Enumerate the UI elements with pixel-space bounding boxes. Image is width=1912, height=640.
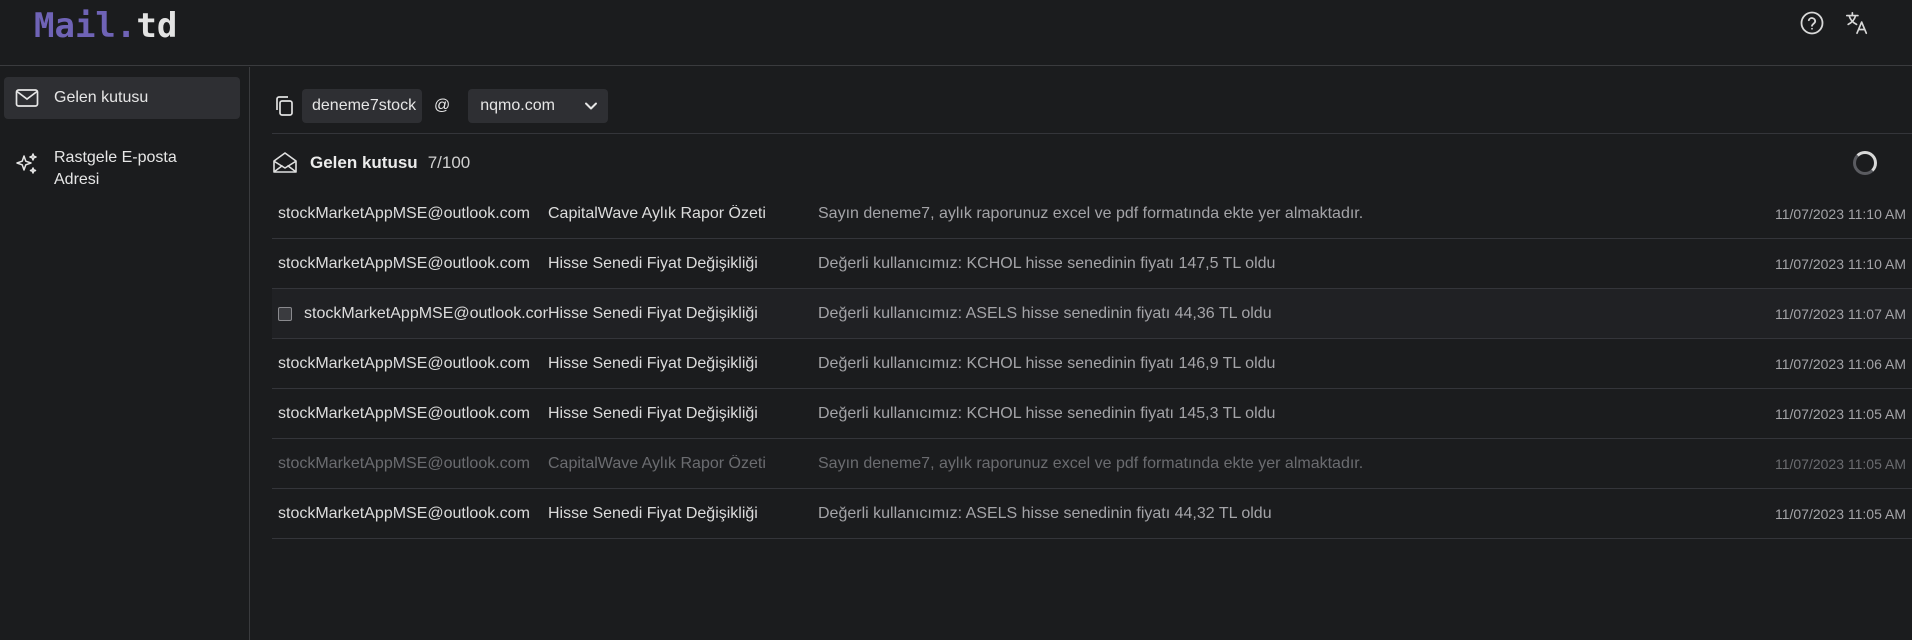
mail-preview: Değerli kullanıcımız: ASELS hisse senedi… <box>818 304 1272 322</box>
mail-subject: CapitalWave Aylık Rapor Özeti <box>548 204 766 222</box>
help-circle-icon[interactable] <box>1799 10 1825 36</box>
sidebar-item-label: Gelen kutusu <box>54 89 149 106</box>
address-local-input[interactable]: deneme7stock <box>302 89 422 123</box>
mail-preview: Değerli kullanıcımız: KCHOL hisse senedi… <box>818 404 1276 422</box>
list-item[interactable]: stockMarketAppMSE@outlook.com Hisse Sene… <box>272 339 1912 389</box>
list-item[interactable]: stockMarketAppMSE@outlook.com CapitalWav… <box>272 439 1912 489</box>
mail-date: 11/07/2023 11:05 AM <box>1774 405 1906 422</box>
mail-preview: Değerli kullanıcımız: ASELS hisse senedi… <box>818 504 1272 522</box>
mail-subject: CapitalWave Aylık Rapor Özeti <box>548 454 766 472</box>
logo-main: Mail <box>34 6 116 46</box>
list-item[interactable]: stockMarketAppMSE@outlook.com Hisse Sene… <box>272 289 1912 339</box>
sidebar-item-label: Rastgele E-posta Adresi <box>54 149 177 188</box>
domain-select[interactable]: nqmo.com <box>468 89 609 123</box>
mail-checkbox[interactable] <box>278 307 292 321</box>
mail-preview: Sayın deneme7, aylık raporunuz excel ve … <box>818 454 1364 472</box>
translate-icon[interactable] <box>1844 10 1870 36</box>
mail-from: stockMarketAppMSE@outlook.com <box>278 354 530 372</box>
chevron-down-icon <box>585 102 598 110</box>
mail-from: stockMarketAppMSE@outlook.com <box>278 454 530 472</box>
mail-subject: Hisse Senedi Fiyat Değişikliği <box>548 254 758 272</box>
list-item[interactable]: stockMarketAppMSE@outlook.com CapitalWav… <box>272 189 1912 239</box>
inbox-title: Gelen kutusu <box>310 153 418 172</box>
main-panel: deneme7stock @ nqmo.com Gelen kutusu 7/1… <box>251 67 1912 640</box>
mail-from: stockMarketAppMSE@outlook.com <box>278 504 530 522</box>
mail-subject: Hisse Senedi Fiyat Değişikliği <box>548 304 758 322</box>
mail-icon <box>14 87 40 109</box>
mail-open-icon <box>272 150 298 176</box>
mail-from: stockMarketAppMSE@outlook.com <box>278 254 530 272</box>
inbox-header: Gelen kutusu 7/100 <box>272 145 1912 181</box>
mail-date: 11/07/2023 11:07 AM <box>1774 305 1906 322</box>
sidebar: Gelen kutusu Rastgele E-posta Adresi <box>0 67 250 640</box>
sidebar-item-random-address[interactable]: Rastgele E-posta Adresi <box>4 137 240 201</box>
mail-preview: Değerli kullanıcımız: KCHOL hisse senedi… <box>818 354 1276 372</box>
address-bar: deneme7stock @ nqmo.com <box>272 89 609 123</box>
sidebar-item-inbox[interactable]: Gelen kutusu <box>4 77 240 119</box>
list-item[interactable]: stockMarketAppMSE@outlook.com Hisse Sene… <box>272 239 1912 289</box>
list-item[interactable]: stockMarketAppMSE@outlook.com Hisse Sene… <box>272 389 1912 439</box>
loading-spinner-icon <box>1853 151 1877 175</box>
top-bar: Mail.td <box>0 0 1912 66</box>
mail-subject: Hisse Senedi Fiyat Değişikliği <box>548 354 758 372</box>
domain-value: nqmo.com <box>480 97 555 114</box>
list-item[interactable]: stockMarketAppMSE@outlook.com Hisse Sene… <box>272 489 1912 539</box>
mail-preview: Değerli kullanıcımız: KCHOL hisse senedi… <box>818 254 1276 272</box>
at-sign: @ <box>434 97 451 114</box>
inbox-count: 7/100 <box>427 153 471 172</box>
mail-date: 11/07/2023 11:05 AM <box>1774 455 1906 472</box>
mail-preview: Sayın deneme7, aylık raporunuz excel ve … <box>818 204 1364 222</box>
mail-from: stockMarketAppMSE@outlook.com <box>278 204 530 222</box>
mail-from: stockMarketAppMSE@outlook.com <box>304 304 548 322</box>
logo-suffix: td <box>136 6 178 46</box>
mail-date: 11/07/2023 11:10 AM <box>1774 255 1906 272</box>
mail-date: 11/07/2023 11:06 AM <box>1774 355 1906 372</box>
mail-subject: Hisse Senedi Fiyat Değişikliği <box>548 504 758 522</box>
sparkles-icon <box>14 153 40 175</box>
mail-date: 11/07/2023 11:10 AM <box>1774 205 1906 222</box>
logo-dot: . <box>115 6 137 46</box>
mail-list: stockMarketAppMSE@outlook.com CapitalWav… <box>272 189 1912 539</box>
divider <box>272 133 1912 134</box>
copy-icon[interactable] <box>272 94 296 118</box>
app-logo[interactable]: Mail.td <box>34 6 177 46</box>
mail-date: 11/07/2023 11:05 AM <box>1774 505 1906 522</box>
mail-subject: Hisse Senedi Fiyat Değişikliği <box>548 404 758 422</box>
mail-from: stockMarketAppMSE@outlook.com <box>278 404 530 422</box>
